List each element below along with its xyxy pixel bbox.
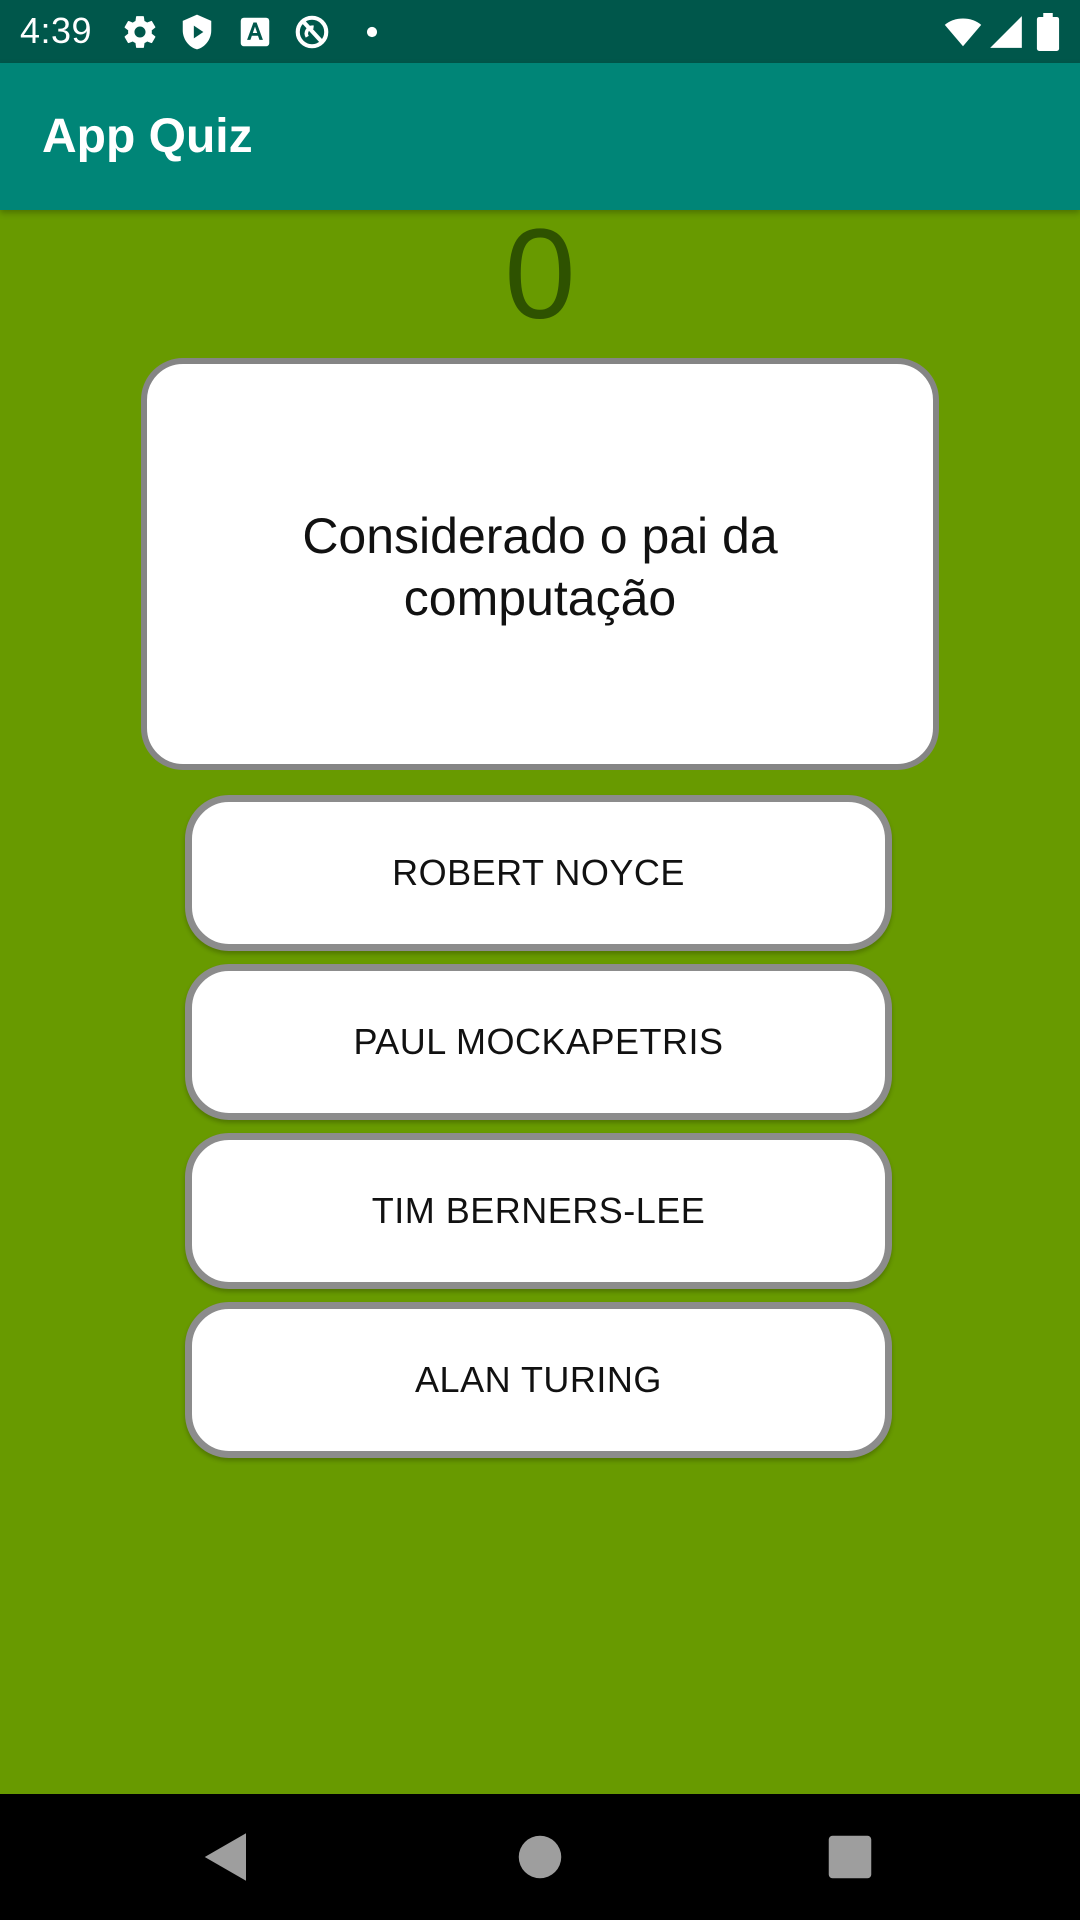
settings-icon bbox=[121, 13, 159, 51]
answer-button-4[interactable]: ALAN TURING bbox=[185, 1302, 892, 1458]
answer-button-2[interactable]: PAUL MOCKAPETRIS bbox=[185, 964, 892, 1120]
battery-icon bbox=[1034, 13, 1062, 51]
font-a-icon bbox=[236, 13, 274, 51]
question-text: Considerado o pai da computação bbox=[302, 508, 778, 626]
app-title: App Quiz bbox=[42, 110, 253, 163]
score-counter: 0 bbox=[504, 203, 576, 346]
answer-button-1[interactable]: ROBERT NOYCE bbox=[185, 795, 892, 951]
wifi-icon bbox=[942, 13, 984, 51]
status-bar: 4:39 bbox=[0, 0, 1080, 63]
signal-icon bbox=[987, 13, 1025, 51]
home-icon[interactable] bbox=[510, 1827, 570, 1887]
shield-icon bbox=[178, 13, 216, 51]
no-sim-icon bbox=[293, 13, 331, 51]
app-bar: App Quiz bbox=[0, 63, 1080, 210]
recents-icon[interactable] bbox=[820, 1827, 880, 1887]
navigation-bar bbox=[0, 1794, 1080, 1920]
dot-icon bbox=[353, 13, 391, 51]
status-time: 4:39 bbox=[20, 10, 93, 51]
back-icon[interactable] bbox=[196, 1827, 256, 1887]
question-card: Considerado o pai da computação bbox=[141, 358, 939, 770]
answer-button-3[interactable]: TIM BERNERS-LEE bbox=[185, 1133, 892, 1289]
